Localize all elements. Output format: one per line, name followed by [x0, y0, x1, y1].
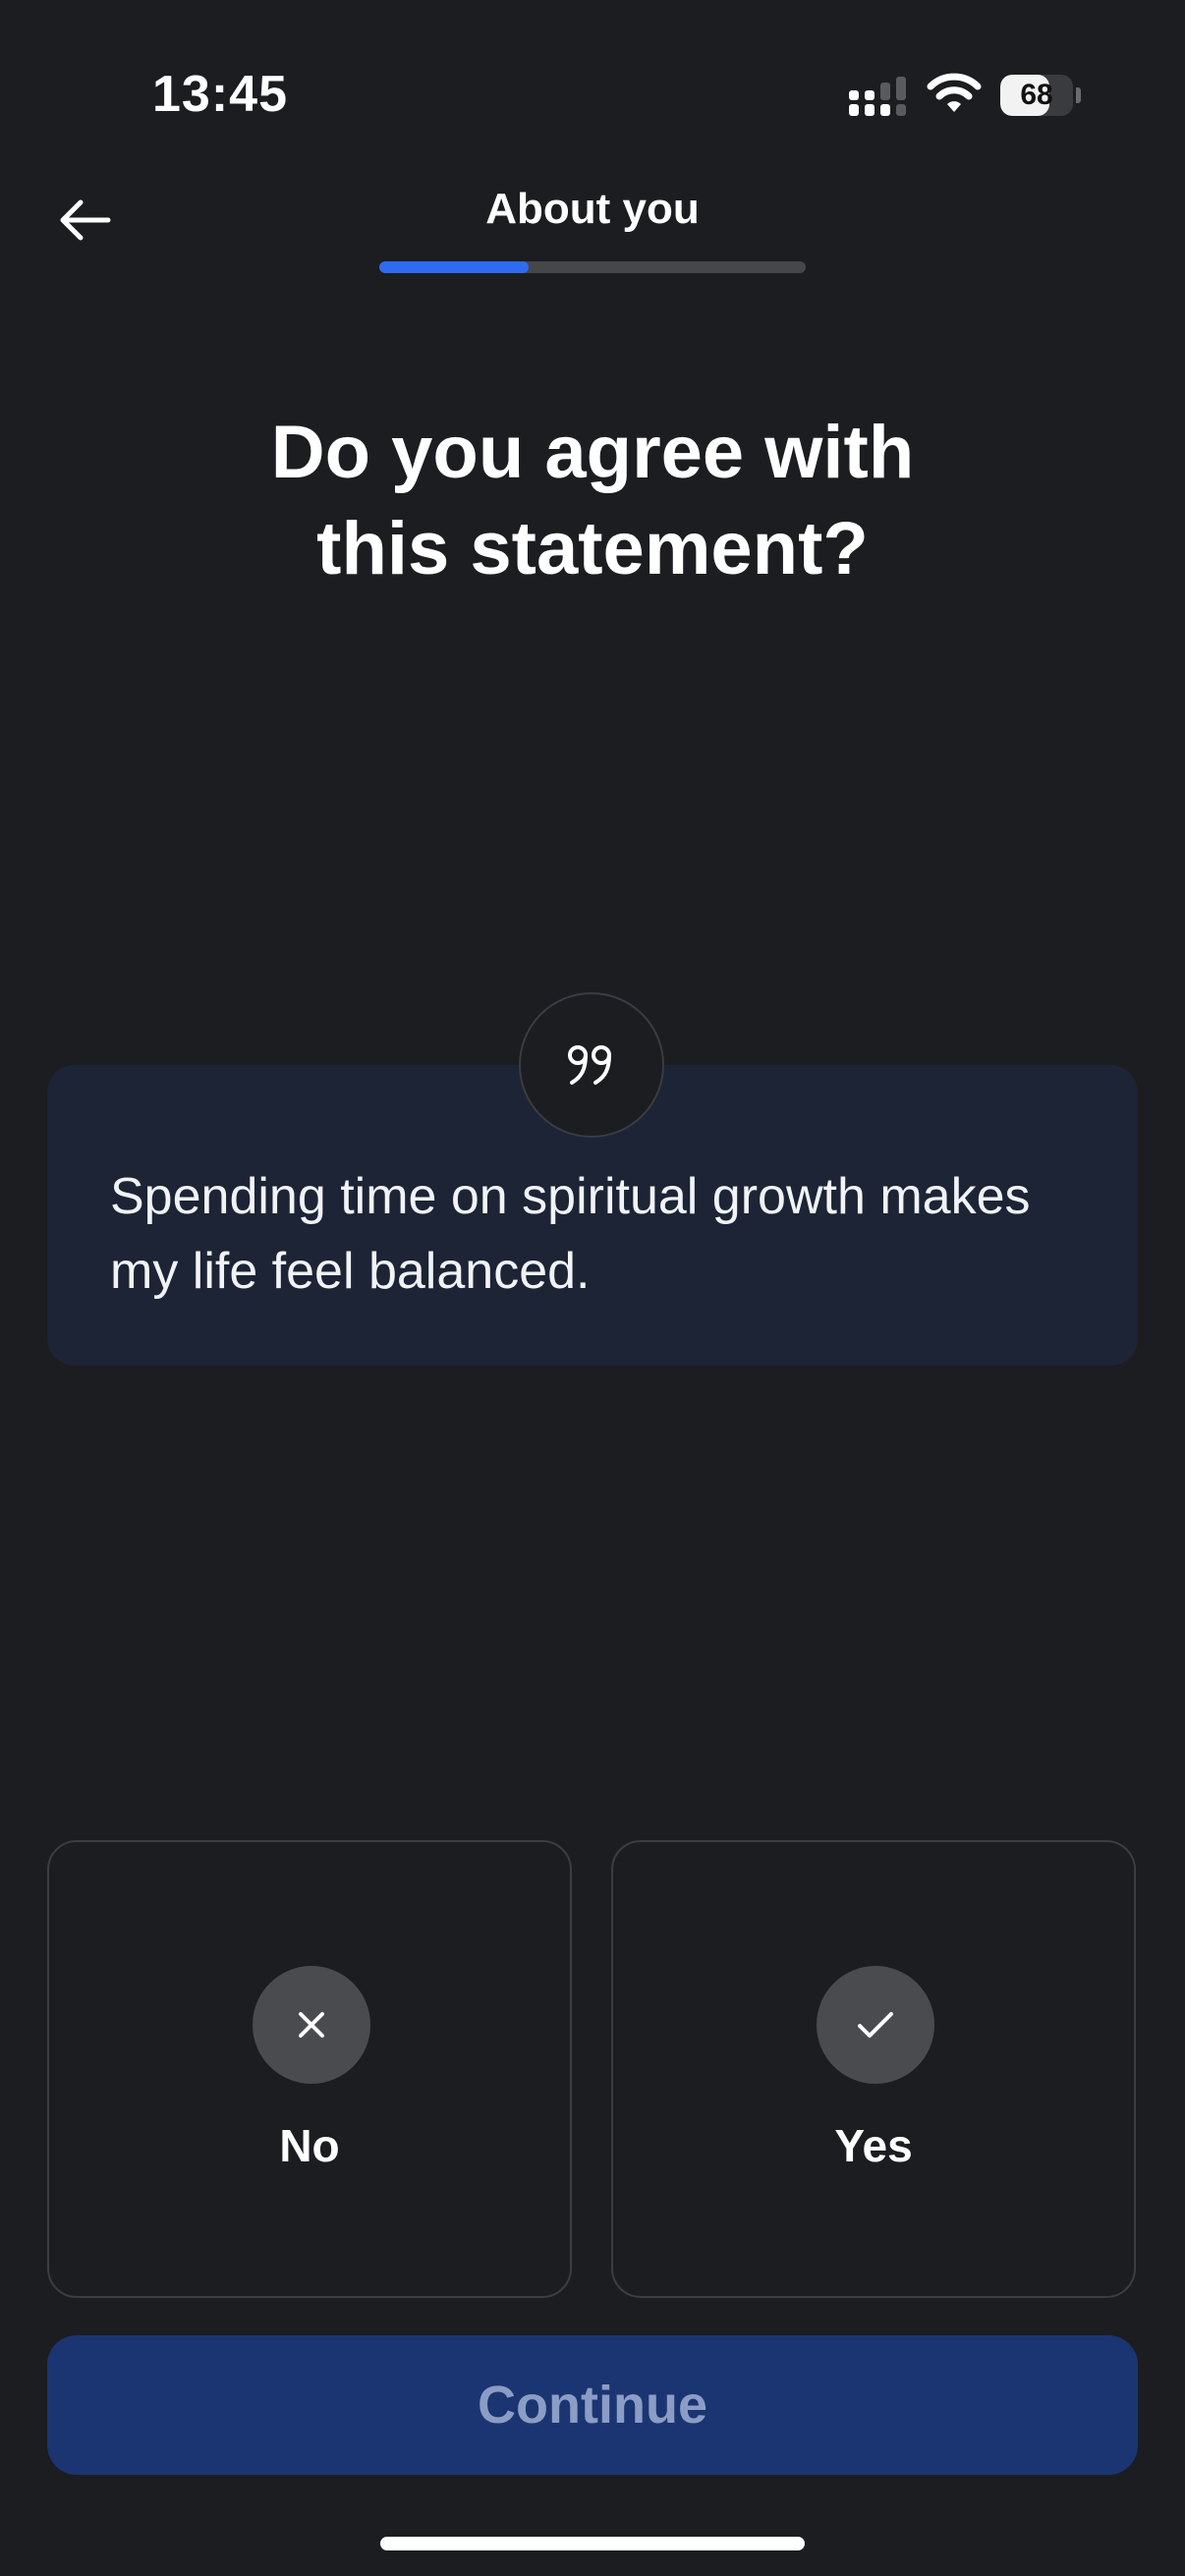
progress-fill	[379, 261, 529, 273]
close-icon	[253, 1966, 370, 2084]
quote-icon	[568, 1045, 611, 1085]
option-no-card[interactable]: No	[47, 1840, 572, 2298]
battery-icon: 68	[1000, 75, 1081, 116]
statement-text: Spending time on spiritual growth makes …	[110, 1168, 1031, 1300]
continue-button[interactable]: Continue	[47, 2335, 1138, 2475]
question-line-1: Do you agree with	[270, 411, 915, 494]
home-indicator	[380, 2537, 805, 2550]
page-title: About you	[485, 185, 700, 233]
battery-level: 68	[1020, 79, 1053, 111]
wifi-icon	[927, 73, 982, 112]
quote-badge	[519, 992, 664, 1138]
status-time: 13:45	[152, 66, 288, 123]
option-no-label: No	[279, 2120, 340, 2171]
check-icon	[817, 1966, 934, 2084]
option-yes-card[interactable]: Yes	[611, 1840, 1136, 2298]
progress-bar	[379, 261, 806, 273]
question-line-2: this statement?	[316, 507, 869, 590]
signal-icon	[849, 77, 906, 116]
option-yes-label: Yes	[834, 2120, 913, 2171]
question-heading: Do you agree with this statement?	[98, 405, 1087, 597]
